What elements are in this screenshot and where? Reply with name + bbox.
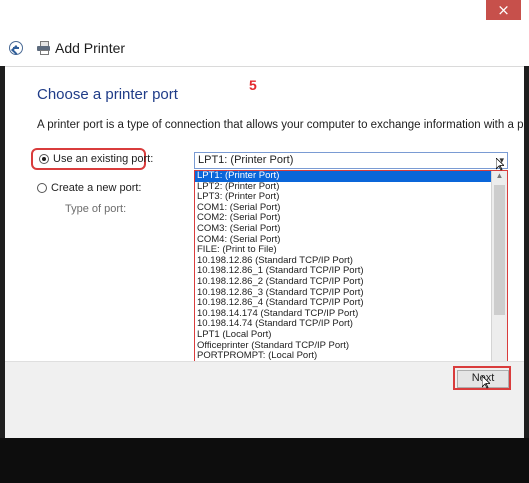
new-port-label: Create a new port: — [51, 182, 142, 194]
add-printer-window: × Add Printer 5 Choose a printer port A … — [0, 0, 529, 483]
page-heading: Choose a printer port — [37, 86, 178, 103]
close-button[interactable]: × — [486, 0, 521, 20]
scrollbar-thumb[interactable] — [494, 185, 505, 315]
port-select[interactable]: LPT1: (Printer Port) ▾ — [194, 152, 508, 169]
page-description: A printer port is a type of connection t… — [37, 119, 529, 131]
existing-port-label: Use an existing port: — [53, 153, 154, 165]
window-title: Add Printer — [55, 40, 126, 56]
port-option[interactable]: COM3: (Serial Port) — [195, 223, 491, 235]
step-annotation: 5 — [249, 77, 257, 93]
scroll-up-icon[interactable]: ▲ — [492, 171, 507, 183]
hand-cursor-icon — [482, 376, 490, 389]
wizard-lower-area — [5, 397, 524, 438]
new-port-radio[interactable] — [37, 183, 47, 193]
port-option[interactable]: LPT1: (Printer Port) — [195, 171, 491, 182]
background-area — [0, 438, 529, 483]
title-bar: × Add Printer — [0, 0, 529, 66]
port-select-value: LPT1: (Printer Port) — [198, 154, 294, 166]
printer-icon — [37, 41, 50, 55]
use-existing-port-option[interactable]: Use an existing port: — [31, 148, 153, 170]
type-of-port-label: Type of port: — [65, 203, 127, 215]
wizard-footer — [5, 361, 524, 398]
existing-port-radio[interactable] — [39, 154, 49, 164]
port-option[interactable]: 10.198.12.86_2 (Standard TCP/IP Port) — [195, 276, 491, 288]
mouse-cursor-icon — [496, 158, 504, 171]
port-option[interactable]: LPT1 (Local Port) — [195, 329, 491, 341]
back-arrow-icon[interactable] — [9, 41, 23, 55]
